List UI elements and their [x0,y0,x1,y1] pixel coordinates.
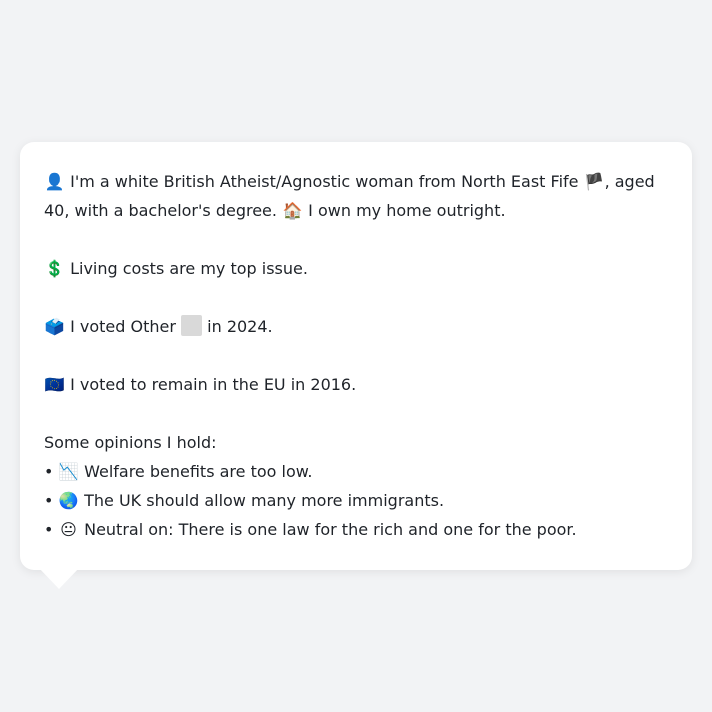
eu-vote-text: I voted to remain in the EU in 2016. [70,375,357,394]
opinions-heading: Some opinions I hold: [44,433,217,452]
opinion-item: • 🌏 The UK should allow many more immigra… [44,486,668,515]
bullet: • [44,491,54,510]
opinion-text: Welfare benefits are too low. [84,462,313,481]
house-icon: 🏠 [282,201,303,220]
eu-vote-line: 🇪🇺 I voted to remain in the EU in 2016. [44,370,668,399]
profile-line: 👤 I'm a white British Atheist/Agnostic w… [44,167,668,225]
bubble-tail [38,567,80,589]
ballot-box-icon: 🗳️ [44,317,65,336]
scotland-flag-icon: 🏴 [584,172,605,191]
opinion-text: The UK should allow many more immigrants… [84,491,445,510]
top-issue-line: 💲 Living costs are my top issue. [44,254,668,283]
bullet: • [44,520,54,539]
chart-down-icon: 📉 [58,462,79,481]
eu-flag-icon: 🇪🇺 [44,375,65,394]
opinion-item: • 😐 Neutral on: There is one law for the … [44,515,668,544]
person-icon: 👤 [44,172,65,191]
neutral-face-icon: 😐 [60,520,77,539]
vote-2024-line: 🗳️ I voted Other in 2024. [44,312,668,341]
message-bubble: 👤 I'm a white British Atheist/Agnostic w… [20,142,692,570]
dollar-icon: 💲 [44,259,65,278]
opinion-text: Neutral on: There is one law for the ric… [84,520,577,539]
vote-2024-year-text: in 2024. [207,317,273,336]
top-issue-text: Living costs are my top issue. [70,259,308,278]
identity-text: I'm a white British Atheist/Agnostic wom… [70,172,579,191]
vote-2024-text: I voted Other [70,317,176,336]
home-ownership-text: I own my home outright. [308,201,506,220]
bullet: • [44,462,54,481]
globe-icon: 🌏 [58,491,79,510]
party-color-swatch [181,315,203,336]
opinion-item: • 📉 Welfare benefits are too low. [44,457,668,486]
